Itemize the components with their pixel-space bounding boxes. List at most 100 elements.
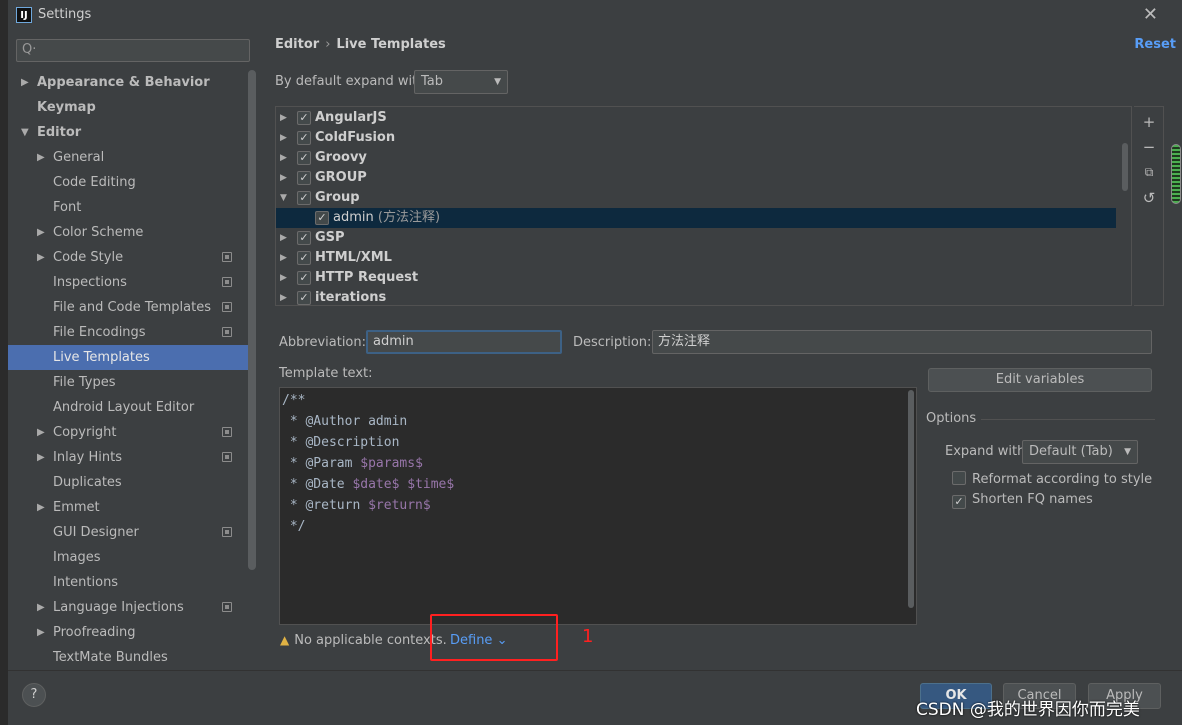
template-group[interactable]: ▶ ✓ iterations — [276, 288, 1116, 305]
restore-icon[interactable]: ↺ — [1140, 189, 1158, 207]
sidebar-item[interactable]: TextMate Bundles — [8, 645, 248, 670]
remove-icon[interactable]: − — [1140, 138, 1158, 156]
sidebar-item[interactable]: Live Templates — [8, 345, 248, 370]
template-checkbox[interactable]: ✓ — [297, 271, 311, 285]
breadcrumb-parent[interactable]: Editor — [275, 37, 319, 52]
collapsed-arrow-icon[interactable]: ▶ — [37, 445, 45, 470]
reformat-option[interactable]: Reformat according to style — [952, 469, 1152, 487]
add-icon[interactable]: + — [1140, 113, 1158, 131]
collapsed-arrow-icon[interactable]: ▶ — [280, 128, 287, 148]
sidebar-item-label: File and Code Templates — [53, 300, 211, 315]
sidebar-item[interactable]: ▶ Language Injections — [8, 595, 248, 620]
template-checkbox[interactable]: ✓ — [297, 111, 311, 125]
sidebar-item[interactable]: ▼ Editor — [8, 120, 248, 145]
collapsed-arrow-icon[interactable]: ▶ — [280, 288, 287, 305]
collapsed-arrow-icon[interactable]: ▶ — [280, 168, 287, 188]
sidebar-item-label: Keymap — [37, 100, 96, 115]
template-group[interactable]: ▶ ✓ GSP — [276, 228, 1116, 248]
template-group[interactable]: ▶ ✓ GROUP — [276, 168, 1116, 188]
collapsed-arrow-icon[interactable]: ▶ — [280, 228, 287, 248]
collapsed-arrow-icon[interactable]: ▶ — [280, 248, 287, 268]
template-item[interactable]: ✓ admin (方法注释) — [276, 208, 1116, 228]
collapsed-arrow-icon[interactable]: ▶ — [37, 220, 45, 245]
sidebar-item[interactable]: Images — [8, 545, 248, 570]
collapsed-arrow-icon[interactable]: ▶ — [37, 495, 45, 520]
template-checkbox[interactable]: ✓ — [297, 231, 311, 245]
sidebar-item[interactable]: ▶ Color Scheme — [8, 220, 248, 245]
sidebar-item[interactable]: GUI Designer — [8, 520, 248, 545]
chevron-down-icon: ▼ — [494, 77, 501, 87]
context-warning-text: No applicable contexts. — [294, 633, 447, 648]
template-checkbox[interactable]: ✓ — [297, 291, 311, 305]
sidebar-item[interactable]: ▶ Appearance & Behavior — [8, 70, 248, 95]
template-checkbox[interactable]: ✓ — [297, 131, 311, 145]
settings-search-input[interactable]: Q· — [16, 39, 250, 62]
template-group[interactable]: ▶ ✓ HTTP Request — [276, 268, 1116, 288]
collapsed-arrow-icon[interactable]: ▶ — [37, 245, 45, 270]
template-text-editor[interactable]: /** * @Author admin * @Description * @Pa… — [279, 387, 917, 625]
reformat-checkbox[interactable] — [952, 471, 966, 485]
expanded-arrow-icon[interactable]: ▼ — [280, 188, 287, 208]
collapsed-arrow-icon[interactable]: ▶ — [280, 148, 287, 168]
help-button[interactable]: ? — [22, 683, 46, 707]
sidebar-item[interactable]: ▶ Emmet — [8, 495, 248, 520]
sidebar-item-label: Images — [53, 550, 101, 565]
description-input[interactable]: 方法注释 — [652, 330, 1152, 354]
expand-with-select[interactable]: Default (Tab) ▼ — [1022, 440, 1138, 464]
sidebar-item[interactable]: ▶ Inlay Hints — [8, 445, 248, 470]
sidebar-item[interactable]: Intentions — [8, 570, 248, 595]
template-list-scrollbar[interactable] — [1122, 143, 1128, 191]
sidebar-item[interactable]: Android Layout Editor — [8, 395, 248, 420]
template-checkbox[interactable]: ✓ — [297, 251, 311, 265]
options-title: Options — [926, 411, 977, 426]
collapsed-arrow-icon[interactable]: ▶ — [37, 420, 45, 445]
shorten-fq-option[interactable]: ✓ Shorten FQ names — [952, 491, 1093, 509]
template-group[interactable]: ▶ ✓ HTML/XML — [276, 248, 1116, 268]
collapsed-arrow-icon[interactable]: ▶ — [37, 595, 45, 620]
code-text: * @return — [282, 498, 369, 513]
sidebar-item[interactable]: File Encodings — [8, 320, 248, 345]
collapsed-arrow-icon[interactable]: ▶ — [37, 620, 45, 645]
template-label-group: admin (方法注释) — [333, 208, 440, 228]
sidebar-item[interactable]: Font — [8, 195, 248, 220]
expanded-arrow-icon[interactable]: ▼ — [21, 120, 29, 145]
sidebar-item[interactable]: Inspections — [8, 270, 248, 295]
sidebar-item[interactable]: ▶ General — [8, 145, 248, 170]
copy-icon[interactable]: ⧉ — [1140, 163, 1158, 181]
sidebar-item[interactable]: ▶ Copyright — [8, 420, 248, 445]
template-label: Groovy — [315, 150, 367, 165]
shorten-fq-checkbox[interactable]: ✓ — [952, 495, 966, 509]
abbreviation-input[interactable]: admin — [366, 330, 562, 354]
sidebar-scrollbar[interactable] — [248, 70, 256, 570]
edit-variables-button[interactable]: Edit variables — [928, 368, 1152, 392]
sidebar-item[interactable]: ▶ Code Style — [8, 245, 248, 270]
collapsed-arrow-icon[interactable]: ▶ — [280, 268, 287, 288]
default-expand-select[interactable]: Tab ▼ — [414, 70, 508, 94]
collapsed-arrow-icon[interactable]: ▶ — [21, 70, 29, 95]
template-checkbox[interactable]: ✓ — [297, 191, 311, 205]
template-group[interactable]: ▼ ✓ Group — [276, 188, 1116, 208]
close-icon[interactable]: ✕ — [1143, 4, 1158, 25]
sidebar-item[interactable]: Keymap — [8, 95, 248, 120]
template-checkbox[interactable]: ✓ — [297, 151, 311, 165]
collapsed-arrow-icon[interactable]: ▶ — [280, 108, 287, 128]
sidebar-item[interactable]: File and Code Templates — [8, 295, 248, 320]
editor-scrollbar[interactable] — [908, 390, 914, 608]
reset-link[interactable]: Reset — [1134, 37, 1176, 52]
template-group[interactable]: ▶ ✓ ColdFusion — [276, 128, 1116, 148]
sidebar-item-label: Android Layout Editor — [53, 400, 195, 415]
sidebar-item[interactable]: Duplicates — [8, 470, 248, 495]
sidebar-item-label: File Types — [53, 375, 116, 390]
sidebar-item-label: Appearance & Behavior — [37, 75, 210, 90]
sidebar-item[interactable]: File Types — [8, 370, 248, 395]
collapsed-arrow-icon[interactable]: ▶ — [37, 145, 45, 170]
template-group[interactable]: ▶ ✓ Groovy — [276, 148, 1116, 168]
code-text: */ — [282, 519, 306, 534]
template-checkbox[interactable]: ✓ — [315, 211, 329, 225]
abbreviation-label: Abbreviation: — [279, 335, 367, 350]
sidebar-item[interactable]: Code Editing — [8, 170, 248, 195]
sidebar-item[interactable]: ▶ Proofreading — [8, 620, 248, 645]
template-checkbox[interactable]: ✓ — [297, 171, 311, 185]
template-label-group: Group — [315, 188, 360, 208]
template-group[interactable]: ▶ ✓ AngularJS — [276, 108, 1116, 128]
